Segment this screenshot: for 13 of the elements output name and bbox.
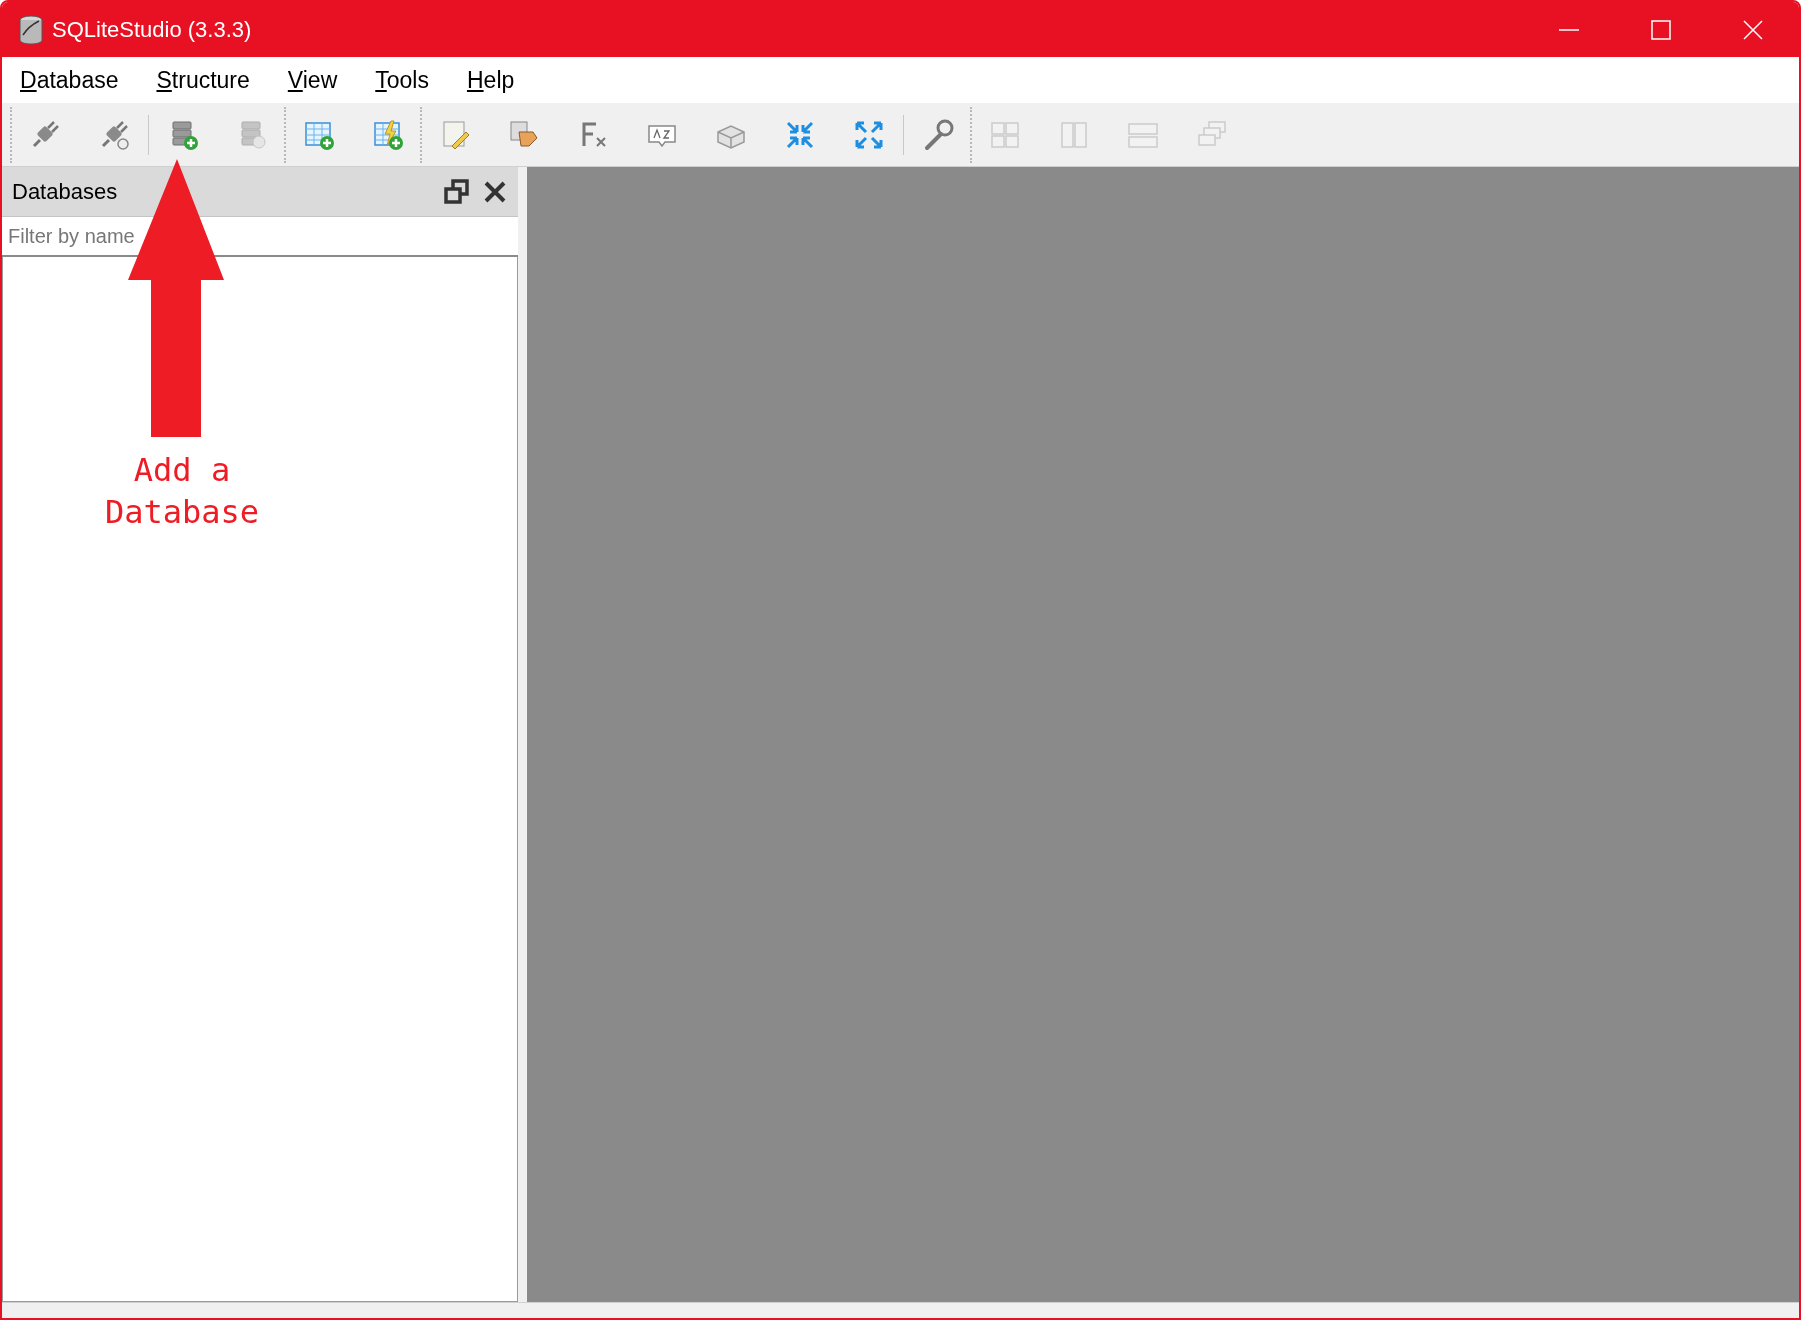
menu-item[interactable]: Structure [146, 62, 260, 98]
annotation-text: Add a Database [103, 450, 261, 533]
float-panel-icon[interactable] [442, 176, 472, 207]
window-title: SQLiteStudio (3.3.3) [52, 16, 252, 44]
menu-item[interactable]: Help [456, 62, 525, 98]
close-icon [1743, 19, 1763, 40]
panel-title: Databases [12, 178, 119, 206]
maximize-icon [1651, 19, 1671, 40]
menu-item[interactable]: Tools [365, 62, 439, 98]
minimize-icon [1559, 28, 1579, 31]
menu-item[interactable]: Database [10, 62, 129, 98]
menu-item[interactable]: View [277, 62, 348, 98]
database-icon [18, 14, 44, 45]
